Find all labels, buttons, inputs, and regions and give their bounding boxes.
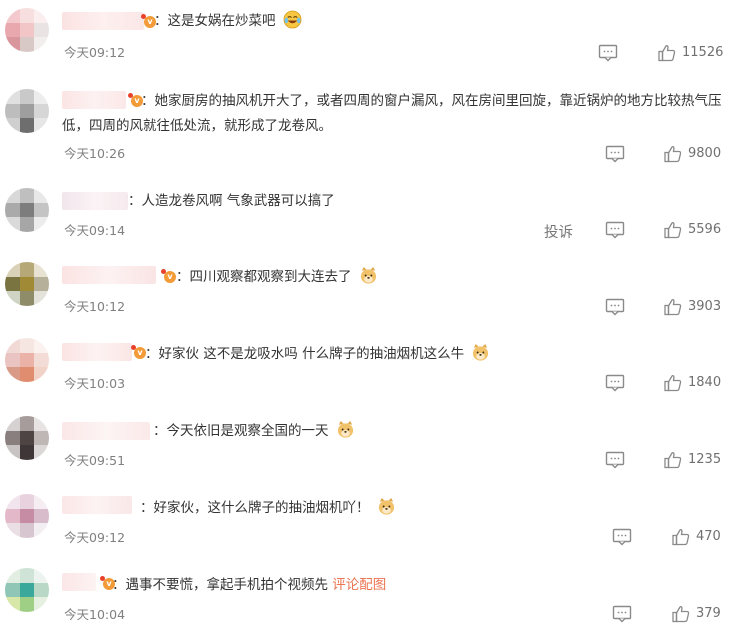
doge-emoji-icon — [473, 343, 489, 361]
comment-text: ：遇事不要慌，拿起手机拍个视频先 评论配图 — [112, 577, 387, 593]
avatar[interactable] — [5, 338, 49, 382]
doge-emoji-icon — [337, 420, 353, 438]
laugh-cry-emoji-icon — [283, 10, 302, 29]
doge-emoji-icon — [360, 266, 376, 284]
report-button[interactable]: 投诉 — [544, 221, 573, 242]
like-count: 1840 — [688, 375, 722, 390]
avatar[interactable] — [5, 8, 49, 52]
like-count: 5596 — [688, 222, 722, 237]
avatar[interactable] — [5, 188, 49, 232]
username[interactable] — [62, 422, 150, 440]
comment-time: 今天09:12 — [64, 45, 126, 60]
comment-text: ：好家伙 这不是龙吸水吗 什么牌子的抽油烟机这么牛 — [145, 342, 731, 367]
avatar[interactable] — [5, 89, 49, 133]
username[interactable] — [62, 343, 132, 361]
comment-icon[interactable] — [605, 145, 625, 163]
thumbs-up-icon[interactable] — [664, 451, 682, 469]
thumbs-up-icon[interactable] — [672, 605, 690, 623]
like-count: 1235 — [688, 452, 722, 467]
thumbs-up-icon[interactable] — [664, 145, 682, 163]
like-count: 470 — [696, 529, 721, 544]
comment-text: ：好家伙，这什么牌子的抽油烟机吖！ — [140, 496, 731, 521]
comment-text: ：今天依旧是观察全国的一天 — [153, 419, 731, 444]
comment-text: ：人造龙卷风啊 气象武器可以搞了 — [128, 193, 335, 209]
username[interactable] — [62, 192, 128, 210]
comment-icon[interactable] — [605, 221, 625, 239]
thumbs-up-icon[interactable] — [664, 374, 682, 392]
like-count: 379 — [696, 606, 721, 621]
comment-icon[interactable] — [605, 374, 625, 392]
thumbs-up-icon[interactable] — [658, 44, 676, 62]
doge-emoji-icon — [378, 497, 394, 515]
username[interactable] — [62, 266, 156, 284]
comment-text: ：这是女娲在炒菜吧 — [154, 9, 731, 34]
comment-time: 今天10:26 — [64, 146, 126, 161]
thumbs-up-icon[interactable] — [664, 298, 682, 316]
comment-icon[interactable] — [605, 451, 625, 469]
comment-icon[interactable] — [612, 605, 632, 623]
comment-text: ：四川观察都观察到大连去了 — [176, 265, 731, 290]
thumbs-up-icon[interactable] — [664, 221, 682, 239]
comment-time: 今天10:12 — [64, 299, 126, 314]
comment-time: 今天09:51 — [64, 453, 126, 468]
like-count: 9800 — [688, 146, 722, 161]
username[interactable] — [62, 12, 144, 30]
comment-icon[interactable] — [598, 44, 618, 62]
avatar[interactable] — [5, 262, 49, 306]
comment-image-link[interactable]: 评论配图 — [332, 577, 386, 593]
comment-time: 今天10:04 — [64, 607, 126, 622]
avatar[interactable] — [5, 568, 49, 612]
username[interactable] — [62, 573, 96, 591]
comment-time: 今天10:03 — [64, 376, 126, 391]
comment-icon[interactable] — [612, 528, 632, 546]
comment-text: ：她家厨房的抽风机开大了，或者四周的窗户漏风，风在房间里回旋，靠近锅炉的地方比较… — [62, 93, 722, 134]
comment-time: 今天09:14 — [64, 223, 126, 238]
avatar[interactable] — [5, 416, 49, 460]
like-count: 11526 — [682, 45, 724, 60]
thumbs-up-icon[interactable] — [672, 528, 690, 546]
like-count: 3903 — [688, 299, 722, 314]
comment-icon[interactable] — [605, 298, 625, 316]
vip-badge-icon: v — [161, 269, 176, 283]
username[interactable] — [62, 496, 132, 514]
comment-time: 今天09:12 — [64, 530, 126, 545]
avatar[interactable] — [5, 494, 49, 538]
